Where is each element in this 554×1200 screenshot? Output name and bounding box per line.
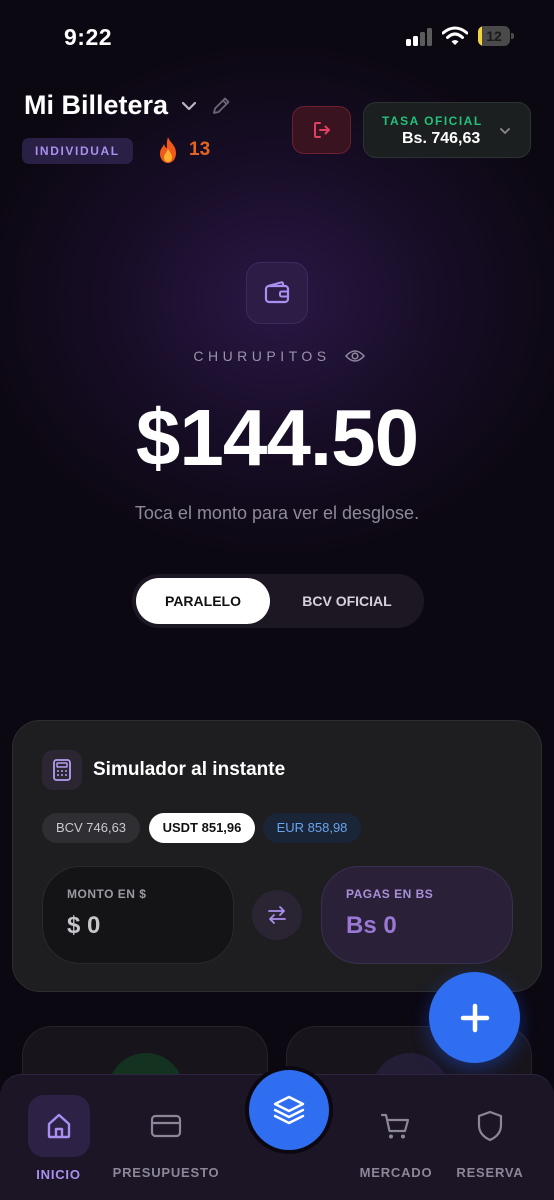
chip-bcv[interactable]: BCV 746,63 — [42, 813, 140, 843]
flame-icon — [160, 137, 176, 163]
rate-label: TASA OFICIAL — [382, 114, 483, 128]
simulator-title: Simulador al instante — [93, 759, 286, 780]
chip-eur[interactable]: EUR 858,98 — [263, 813, 361, 843]
nav-label: PRESUPUESTO — [112, 1165, 220, 1180]
wallet-type-badge: INDIVIDUAL — [22, 138, 133, 164]
cellular-signal-icon — [406, 28, 434, 46]
chip-usdt[interactable]: USDT 851,96 — [149, 813, 255, 843]
account-name: CHURUPITOS — [193, 348, 331, 364]
rate-value: Bs. 746,63 — [402, 130, 481, 147]
nav-item-center-layers[interactable] — [245, 1066, 333, 1154]
rate-type-toggle: PARALELO BCV OFICIAL — [132, 574, 424, 628]
usd-field-label: MONTO EN $ — [67, 887, 147, 901]
swap-arrows-icon — [268, 906, 286, 924]
toggle-paralelo[interactable]: PARALELO — [136, 578, 270, 624]
usd-field-value[interactable]: $ 0 — [67, 912, 100, 940]
simulator-card: Simulador al instante BCV 746,63 USDT 85… — [12, 720, 542, 992]
nav-item-mercado[interactable]: MERCADO — [341, 1075, 451, 1200]
wallet-icon-tile — [246, 262, 308, 324]
toggle-bcv-oficial[interactable]: BCV OFICIAL — [274, 578, 420, 624]
swap-currency-button[interactable] — [252, 890, 302, 940]
balance-amount[interactable]: $144.50 — [0, 392, 554, 484]
chevron-down-icon[interactable] — [180, 97, 198, 115]
cart-icon — [380, 1113, 410, 1139]
streak-counter: 13 — [156, 136, 210, 164]
logout-icon — [313, 122, 330, 138]
bs-field-value: Bs 0 — [346, 912, 397, 939]
nav-item-inicio[interactable]: INICIO — [0, 1075, 117, 1200]
streak-count: 13 — [189, 139, 211, 160]
official-rate-selector[interactable]: TASA OFICIAL Bs. 746,63 — [363, 102, 531, 158]
shield-icon — [477, 1110, 503, 1142]
wifi-icon — [442, 26, 468, 45]
status-time: 9:22 — [64, 24, 113, 50]
add-transaction-button[interactable] — [429, 972, 520, 1063]
chevron-down-icon — [500, 128, 510, 134]
nav-item-presupuesto[interactable]: PRESUPUESTO — [108, 1075, 224, 1200]
app-screen: 9:22 12 Mi Billetera INDIVIDUAL 13 TASA … — [0, 0, 554, 1200]
logout-button[interactable] — [292, 106, 351, 154]
wallet-selector[interactable]: Mi Billetera — [24, 90, 232, 121]
edit-pencil-icon[interactable] — [210, 95, 232, 117]
eye-icon[interactable] — [344, 349, 365, 363]
layers-icon — [273, 1095, 305, 1125]
plus-icon — [460, 1003, 489, 1032]
calculator-icon — [53, 759, 71, 781]
usd-amount-field[interactable]: MONTO EN $ $ 0 — [42, 866, 234, 964]
account-row: CHURUPITOS — [0, 348, 554, 364]
balance-hint: Toca el monto para ver el desglose. — [134, 503, 420, 523]
nav-label: RESERVA — [456, 1165, 524, 1180]
wallet-title: Mi Billetera — [24, 90, 169, 120]
nav-label: INICIO — [36, 1167, 81, 1182]
card-icon — [150, 1114, 182, 1138]
battery-icon: 12 — [478, 26, 514, 46]
bs-field-label: PAGAS EN BS — [346, 887, 434, 901]
calculator-icon-tile — [42, 750, 82, 790]
bs-amount-field[interactable]: PAGAS EN BS Bs 0 — [321, 866, 513, 964]
home-icon — [47, 1113, 70, 1139]
wallet-icon — [264, 281, 290, 304]
nav-label: MERCADO — [359, 1165, 433, 1180]
battery-percent: 12 — [486, 28, 502, 44]
status-bar: 9:22 12 — [0, 0, 554, 70]
nav-item-reserva[interactable]: RESERVA — [440, 1075, 540, 1200]
